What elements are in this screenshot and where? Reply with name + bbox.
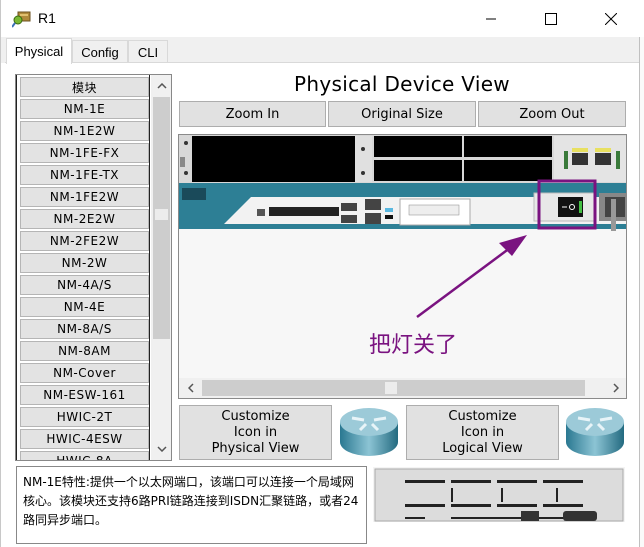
customize-icon-physical-view-button[interactable]: Customize Icon in Physical View xyxy=(179,405,332,460)
device-canvas-hscrollbar[interactable] xyxy=(179,378,626,398)
zoom-out-button[interactable]: Zoom Out xyxy=(478,101,626,127)
title-bar: R1 xyxy=(1,0,644,37)
module-preview-image xyxy=(373,467,625,522)
customize-icon-logical-view-button[interactable]: Customize Icon in Logical View xyxy=(406,405,559,460)
scroll-down-arrow-icon[interactable] xyxy=(151,439,171,459)
maximize-button[interactable] xyxy=(531,6,571,32)
module-item[interactable]: HWIC-2T xyxy=(20,407,149,427)
device-canvas[interactable] xyxy=(178,134,627,399)
module-item[interactable]: NM-Cover xyxy=(20,363,149,383)
device-window: R1 Physical Config CLI 模块 NM-1E NM-1E2W … xyxy=(0,0,644,547)
router-icon xyxy=(564,404,626,460)
minimize-icon xyxy=(486,18,496,20)
module-item[interactable]: HWIC-4ESW xyxy=(20,429,149,449)
empty-hwic-slot xyxy=(374,160,462,181)
button-label-line: Icon in xyxy=(233,424,278,440)
button-label-line: Physical View xyxy=(211,440,300,456)
close-button[interactable] xyxy=(591,6,631,32)
empty-nm-slot xyxy=(192,136,355,182)
scrollbar-thumb[interactable] xyxy=(155,209,168,220)
tab-strip: Physical Config CLI xyxy=(1,37,644,64)
button-label-line: Icon in xyxy=(460,424,505,440)
tab-physical[interactable]: Physical xyxy=(6,38,72,64)
minimize-button[interactable] xyxy=(471,6,511,32)
module-list-panel: 模块 NM-1E NM-1E2W NM-1FE-FX NM-1FE-TX NM-… xyxy=(15,74,172,461)
scroll-up-arrow-icon[interactable] xyxy=(151,76,171,96)
physical-device-view-title: Physical Device View xyxy=(294,72,510,96)
module-item[interactable]: NM-ESW-161 xyxy=(20,385,149,405)
module-list: 模块 NM-1E NM-1E2W NM-1FE-FX NM-1FE-TX NM-… xyxy=(16,75,150,460)
module-item[interactable]: NM-2FE2W xyxy=(20,231,149,251)
scroll-left-arrow-icon[interactable] xyxy=(180,378,201,398)
module-item[interactable]: NM-4E xyxy=(20,297,149,317)
module-item[interactable]: NM-8A/S xyxy=(20,319,149,339)
module-item[interactable]: NM-1FE-FX xyxy=(20,143,149,163)
module-item[interactable]: NM-8AM xyxy=(20,341,149,361)
button-label-line: Logical View xyxy=(442,440,523,456)
module-item[interactable]: NM-1FE2W xyxy=(20,187,149,207)
zoom-in-button[interactable]: Zoom In xyxy=(179,101,326,127)
maximize-icon xyxy=(545,13,557,25)
annotation-arrow xyxy=(416,243,515,319)
tab-cli[interactable]: CLI xyxy=(128,40,168,63)
button-label-line: Customize xyxy=(221,408,290,424)
module-item[interactable]: NM-2E2W xyxy=(20,209,149,229)
scroll-right-arrow-icon[interactable] xyxy=(605,378,626,398)
original-size-button[interactable]: Original Size xyxy=(328,101,476,127)
module-list-header: 模块 xyxy=(20,77,149,97)
empty-hwic-slot xyxy=(464,160,552,181)
module-item[interactable]: NM-4A/S xyxy=(20,275,149,295)
module-item[interactable]: NM-1E xyxy=(20,99,149,119)
module-item[interactable]: HWIC-8A xyxy=(20,451,149,460)
module-description: NM-1E特性:提供一个以太网端口，该端口可以连接一个局域网核心。该模块还支持6… xyxy=(16,466,367,544)
router-app-icon xyxy=(11,10,32,28)
tab-config[interactable]: Config xyxy=(72,40,128,63)
module-item[interactable]: NM-2W xyxy=(20,253,149,273)
module-list-scrollbar[interactable] xyxy=(151,75,171,460)
module-item[interactable]: NM-1FE-TX xyxy=(20,165,149,185)
scrollbar-thumb[interactable] xyxy=(385,382,397,394)
window-right-edge xyxy=(639,37,644,547)
empty-hwic-slot xyxy=(374,136,462,157)
annotation-text: 把灯关了 xyxy=(369,333,458,358)
empty-hwic-slot xyxy=(464,136,552,157)
close-icon xyxy=(605,13,617,25)
button-label-line: Customize xyxy=(448,408,517,424)
router-icon xyxy=(338,404,400,460)
module-item[interactable]: NM-1E2W xyxy=(20,121,149,141)
window-title: R1 xyxy=(38,10,56,26)
